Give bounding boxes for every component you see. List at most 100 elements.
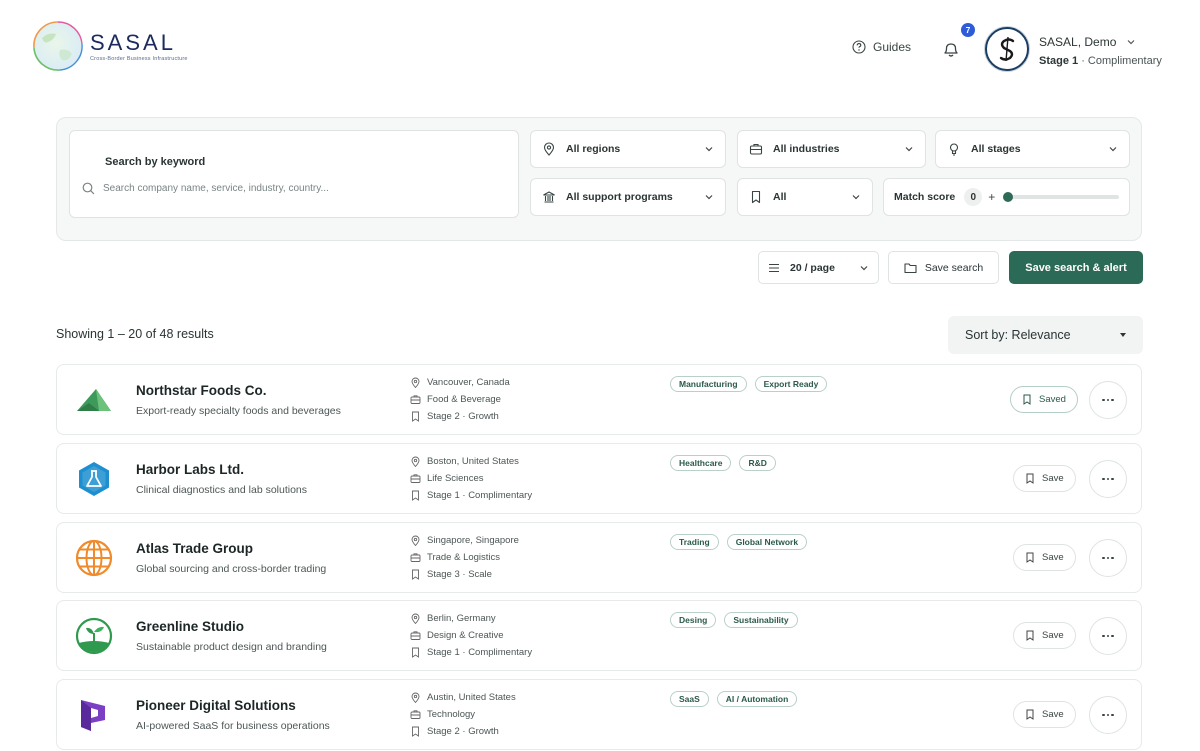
meta-location: Austin, United States — [410, 689, 516, 706]
result-card[interactable]: Northstar Foods Co. Export-ready special… — [56, 364, 1142, 435]
industries-select-label: All industries — [773, 143, 840, 155]
support-programs-select-label: All support programs — [566, 191, 673, 203]
ellipsis-icon — [1102, 398, 1114, 402]
tag-list: Desing Sustainability — [670, 612, 798, 628]
result-card[interactable]: Pioneer Digital Solutions AI-powered Saa… — [56, 679, 1142, 750]
save-label: Save — [1042, 473, 1064, 484]
tag[interactable]: Trading — [670, 534, 719, 550]
bookmark-icon — [1026, 552, 1034, 563]
save-button[interactable]: Save — [1013, 465, 1076, 492]
chevron-down-icon — [1127, 40, 1135, 45]
save-label: Saved — [1039, 394, 1066, 405]
tag-list: Trading Global Network — [670, 534, 808, 550]
search-label: Search by keyword — [105, 156, 206, 168]
user-stage-level: Stage 1 — [1039, 55, 1079, 67]
more-options-button[interactable] — [1089, 539, 1127, 577]
meta-stage: Stage 1 · Complimentary — [410, 644, 532, 661]
globe-logo-icon — [33, 21, 83, 71]
company-name[interactable]: Atlas Trade Group — [136, 541, 253, 556]
meta-industry: Technology — [410, 706, 516, 723]
stages-select-label: All stages — [971, 143, 1021, 155]
match-score-label: Match score — [894, 191, 956, 203]
more-options-button[interactable] — [1089, 696, 1127, 734]
meta-location: Vancouver, Canada — [410, 374, 510, 391]
bookmark-icon — [1026, 630, 1034, 641]
industry-text: Food & Beverage — [427, 394, 501, 405]
tag[interactable]: Healthcare — [670, 455, 732, 471]
saved-button[interactable]: Saved — [1010, 386, 1078, 413]
match-score-plus: + — [988, 190, 996, 204]
tag[interactable]: SaaS — [670, 691, 709, 707]
search-input[interactable] — [103, 177, 503, 199]
result-card[interactable]: Greenline Studio Sustainable product des… — [56, 600, 1142, 671]
save-label: Save — [1042, 552, 1064, 563]
match-score-slider[interactable] — [1003, 192, 1119, 202]
support-programs-select[interactable]: All support programs — [530, 178, 726, 216]
save-search-button[interactable]: Save search — [888, 251, 999, 284]
company-meta: Singapore, Singapore Trade & Logistics S… — [410, 532, 519, 583]
guides-link[interactable]: Guides — [852, 40, 911, 54]
tag[interactable]: Desing — [670, 612, 717, 628]
save-search-alert-button[interactable]: Save search & alert — [1009, 251, 1143, 284]
company-description: Clinical diagnostics and lab solutions — [136, 484, 308, 496]
tag-list: Healthcare R&D — [670, 455, 776, 471]
company-name[interactable]: Harbor Labs Ltd. — [136, 462, 244, 477]
notifications-button[interactable] — [940, 38, 962, 60]
map-pin-icon — [411, 692, 420, 703]
meta-industry: Food & Beverage — [410, 391, 510, 408]
tag[interactable]: Global Network — [726, 534, 808, 550]
tag[interactable]: Export Ready — [754, 376, 828, 392]
bookmark-icon — [751, 190, 761, 204]
map-pin-icon — [411, 456, 420, 467]
tag[interactable]: Manufacturing — [670, 376, 747, 392]
save-button[interactable]: Save — [1013, 701, 1076, 728]
regions-select[interactable]: All regions — [530, 130, 726, 168]
chevron-down-icon — [852, 195, 860, 200]
brand-logo[interactable]: SASAL Cross-Border Business Infrastructu… — [28, 18, 198, 74]
tag-list: SaaS AI / Automation — [670, 691, 798, 707]
meta-industry: Trade & Logistics — [410, 549, 519, 566]
chevron-down-icon — [705, 195, 713, 200]
tag[interactable]: Sustainability — [724, 612, 798, 628]
lightbulb-icon — [949, 143, 959, 156]
tag-list: Manufacturing Export Ready — [670, 376, 828, 392]
tag[interactable]: AI / Automation — [716, 691, 798, 707]
save-button[interactable]: Save — [1013, 544, 1076, 571]
company-name[interactable]: Greenline Studio — [136, 619, 244, 634]
more-options-button[interactable] — [1089, 460, 1127, 498]
company-meta: Berlin, Germany Design & Creative Stage … — [410, 610, 532, 661]
avatar[interactable] — [985, 27, 1029, 71]
result-card[interactable]: Atlas Trade Group Global sourcing and cr… — [56, 522, 1142, 593]
folder-icon — [904, 262, 917, 273]
bookmark-icon — [1026, 473, 1034, 484]
bookmark-select[interactable]: All — [737, 178, 873, 216]
bookmark-icon — [412, 726, 419, 737]
result-card[interactable]: Harbor Labs Ltd. Clinical diagnostics an… — [56, 443, 1142, 514]
s-monogram-icon — [999, 36, 1015, 62]
stages-select[interactable]: All stages — [935, 130, 1130, 168]
company-name[interactable]: Northstar Foods Co. — [136, 383, 267, 398]
industry-text: Life Sciences — [427, 473, 484, 484]
map-pin-icon — [543, 142, 555, 156]
industries-select[interactable]: All industries — [737, 130, 926, 168]
briefcase-icon — [410, 631, 421, 640]
search-box[interactable]: Search by keyword — [69, 130, 519, 218]
bookmark-icon — [412, 411, 419, 422]
company-name[interactable]: Pioneer Digital Solutions — [136, 698, 296, 713]
location-text: Boston, United States — [427, 456, 519, 467]
save-button[interactable]: Save — [1013, 622, 1076, 649]
more-options-button[interactable] — [1089, 617, 1127, 655]
flask-logo-icon — [79, 462, 109, 496]
ellipsis-icon — [1102, 713, 1114, 717]
user-plan: Complimentary — [1087, 55, 1162, 67]
user-menu[interactable]: SASAL, Demo — [1039, 35, 1136, 49]
briefcase-icon — [410, 474, 421, 483]
per-page-select[interactable]: 20 / page — [758, 251, 879, 284]
tag[interactable]: R&D — [739, 455, 776, 471]
location-text: Singapore, Singapore — [427, 535, 519, 546]
match-score-slider-thumb[interactable] — [1003, 192, 1014, 202]
industry-text: Trade & Logistics — [427, 552, 501, 563]
sort-select[interactable]: Sort by: Relevance — [948, 316, 1143, 354]
more-options-button[interactable] — [1089, 381, 1127, 419]
briefcase-icon — [749, 143, 763, 155]
